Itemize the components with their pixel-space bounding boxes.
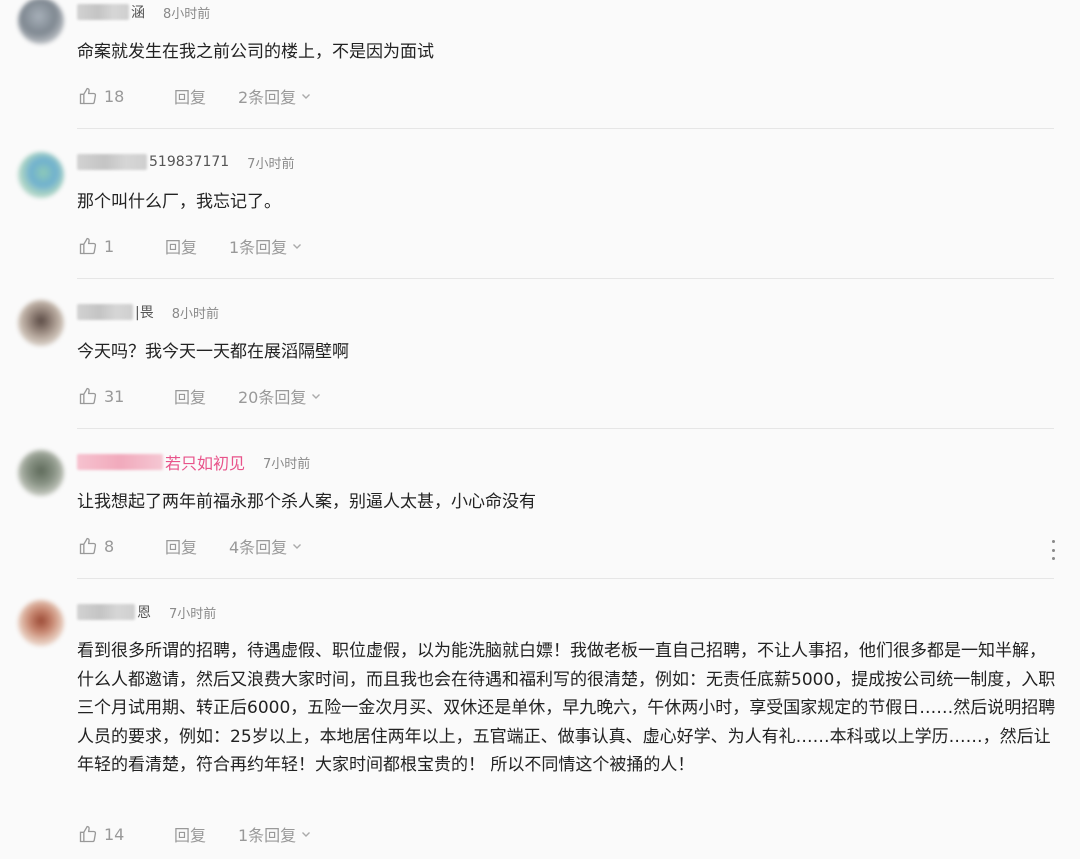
comment-timestamp: 8小时前: [163, 6, 211, 22]
comment-text: 命案就发生在我之前公司的楼上，不是因为面试: [77, 42, 434, 62]
like-count: 31: [104, 386, 125, 406]
chevron-down-icon: [293, 544, 302, 549]
comment-actions: 31 回复 20条回复: [78, 384, 322, 408]
comment-text: 今天吗？我今天一天都在展滔隔壁啊: [77, 342, 349, 362]
comment-actions: 1 回复 1条回复: [78, 234, 303, 258]
comment-timestamp: 7小时前: [169, 606, 217, 622]
comment-timestamp: 7小时前: [263, 456, 311, 472]
chevron-down-icon: [302, 832, 311, 837]
divider: [77, 128, 1054, 129]
author-name-blurred: [77, 154, 147, 170]
reply-button[interactable]: 回复: [165, 534, 229, 558]
thumbs-up-icon: [79, 537, 97, 555]
comment-timestamp: 7小时前: [247, 156, 295, 172]
author-name-blurred: [77, 304, 133, 320]
reply-button[interactable]: 回复: [174, 384, 238, 408]
view-replies-button[interactable]: 2条回复: [238, 84, 312, 108]
comment-author[interactable]: 若只如初见 7小时前: [77, 451, 310, 473]
reply-count: 2条回复: [238, 88, 297, 107]
like-count: 1: [104, 236, 115, 256]
reply-count: 20条回复: [238, 388, 307, 407]
reply-count: 1条回复: [229, 238, 288, 257]
more-vertical-icon: [1051, 540, 1055, 543]
comment-text: 让我想起了两年前福永那个杀人案，别逼人太甚，小心命没有: [77, 492, 536, 512]
comment-author[interactable]: 涵 8小时前: [77, 1, 210, 23]
view-replies-button[interactable]: 4条回复: [229, 534, 303, 558]
thumbs-up-icon: [79, 87, 97, 105]
chevron-down-icon: [293, 244, 302, 249]
view-replies-button[interactable]: 1条回复: [238, 822, 312, 846]
avatar[interactable]: [18, 300, 64, 346]
like-count: 8: [104, 536, 115, 556]
like-button[interactable]: 31: [78, 386, 174, 406]
comment-timestamp: 8小时前: [171, 306, 219, 322]
comment-author[interactable]: 519837171 7小时前: [77, 151, 294, 173]
view-replies-button[interactable]: 20条回复: [238, 384, 322, 408]
divider: [77, 578, 1054, 579]
reply-count: 4条回复: [229, 538, 288, 557]
divider: [77, 428, 1054, 429]
like-count: 14: [104, 824, 125, 844]
author-name-blurred: [77, 604, 135, 620]
thumbs-up-icon: [79, 237, 97, 255]
like-button[interactable]: 18: [78, 86, 174, 106]
avatar[interactable]: [18, 152, 64, 198]
author-name-blurred: [77, 4, 129, 20]
author-name-blurred: [77, 454, 163, 470]
comment-text: 看到很多所谓的招聘，待遇虚假、职位虚假，以为能洗脑就白嫖！我做老板一直自己招聘，…: [77, 641, 1056, 775]
divider: [77, 278, 1054, 279]
author-name: 恩: [137, 605, 151, 621]
like-button[interactable]: 14: [78, 824, 174, 844]
like-button[interactable]: 8: [78, 536, 165, 556]
avatar[interactable]: [18, 0, 64, 44]
reply-button[interactable]: 回复: [174, 84, 238, 108]
chevron-down-icon: [302, 94, 311, 99]
comment-actions: 18 回复 2条回复: [78, 84, 312, 108]
reply-button[interactable]: 回复: [165, 234, 229, 258]
thumbs-up-icon: [79, 387, 97, 405]
comment-author[interactable]: 恩 7小时前: [77, 601, 216, 623]
author-name: 涵: [131, 5, 145, 21]
avatar[interactable]: [18, 450, 64, 496]
avatar[interactable]: [18, 600, 64, 646]
like-button[interactable]: 1: [78, 236, 165, 256]
comment-text: 那个叫什么厂，我忘记了。: [77, 192, 281, 212]
reply-count: 1条回复: [238, 826, 297, 845]
comment-actions: 14 回复 1条回复: [78, 822, 312, 846]
like-count: 18: [104, 86, 125, 106]
chevron-down-icon: [312, 394, 321, 399]
author-name: 若只如初见: [165, 454, 246, 473]
thumbs-up-icon: [79, 825, 97, 843]
reply-button[interactable]: 回复: [174, 822, 238, 846]
more-options-button[interactable]: [1047, 540, 1059, 560]
comment-author[interactable]: |畏 8小时前: [77, 301, 219, 323]
comment-actions: 8 回复 4条回复: [78, 534, 303, 558]
author-name: 519837171: [149, 154, 230, 170]
author-name: |畏: [135, 305, 154, 321]
view-replies-button[interactable]: 1条回复: [229, 234, 303, 258]
